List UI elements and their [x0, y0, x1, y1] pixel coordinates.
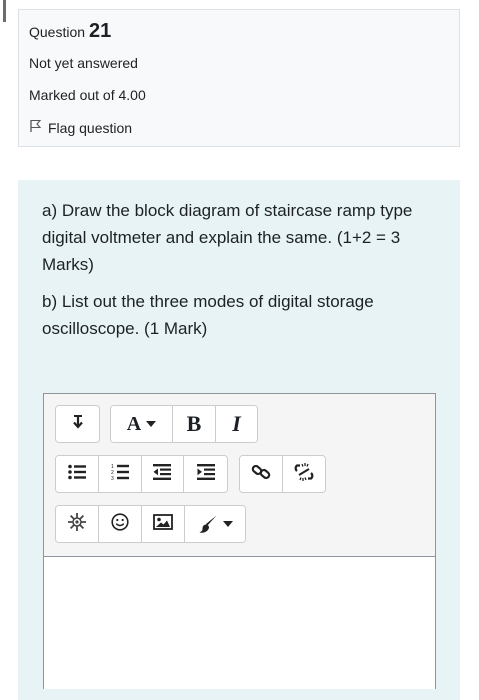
toolbar-group-insert	[55, 505, 246, 543]
question-number: 21	[89, 20, 112, 42]
toolbar-group-links	[239, 455, 326, 493]
collapse-toolbar-button[interactable]	[56, 406, 99, 442]
left-accent-bar	[3, 0, 6, 22]
question-part-b: b) List out the three modes of digital s…	[42, 292, 374, 338]
question-title: Question 21	[29, 20, 111, 43]
emoticon-icon	[111, 512, 129, 536]
font-color-button[interactable]: A	[111, 406, 173, 442]
question-label: Question	[29, 24, 86, 40]
indent-button[interactable]	[184, 456, 227, 492]
toolbar-group-lists: 123	[55, 455, 228, 493]
outdent-icon	[153, 463, 172, 485]
italic-button[interactable]: I	[216, 406, 257, 442]
outdent-button[interactable]	[141, 456, 185, 492]
toolbar-group-collapse	[55, 405, 100, 443]
bold-icon: B	[186, 411, 202, 436]
unordered-list-icon	[68, 464, 86, 485]
ordered-list-button[interactable]: 123	[98, 456, 142, 492]
bold-button[interactable]: B	[173, 406, 216, 442]
toolbar-group-style: A B I	[110, 405, 258, 443]
link-icon	[251, 462, 271, 487]
question-content: a) Draw the block diagram of staircase r…	[18, 180, 460, 700]
question-text: a) Draw the block diagram of staircase r…	[42, 197, 442, 352]
unlink-button[interactable]	[283, 456, 325, 492]
question-state: Not yet answered	[29, 55, 138, 71]
unordered-list-button[interactable]	[56, 456, 99, 492]
unlink-icon	[293, 462, 315, 487]
paintbrush-icon	[198, 514, 233, 534]
indent-icon	[196, 463, 215, 485]
answer-text-area[interactable]	[44, 556, 435, 689]
paintbrush-button[interactable]	[185, 506, 245, 542]
font-color-icon: A	[127, 413, 157, 436]
image-button[interactable]	[142, 506, 185, 542]
special-character-icon	[67, 512, 87, 537]
collapse-icon	[72, 414, 84, 434]
special-character-button[interactable]	[56, 506, 99, 542]
link-button[interactable]	[240, 456, 283, 492]
italic-icon: I	[232, 411, 241, 436]
svg-text:3: 3	[111, 476, 114, 481]
question-grade: Marked out of 4.00	[29, 87, 146, 103]
flag-question-label: Flag question	[48, 119, 133, 136]
question-info-panel: Question 21 Not yet answered Marked out o…	[18, 9, 460, 147]
flag-icon	[29, 119, 48, 136]
answer-editor: A B I 123	[43, 393, 436, 689]
ordered-list-icon: 123	[111, 463, 129, 486]
flag-question-link[interactable]: Flag question	[29, 119, 132, 136]
emoticon-button[interactable]	[99, 506, 142, 542]
image-icon	[153, 513, 173, 535]
question-part-a: a) Draw the block diagram of staircase r…	[42, 201, 413, 274]
